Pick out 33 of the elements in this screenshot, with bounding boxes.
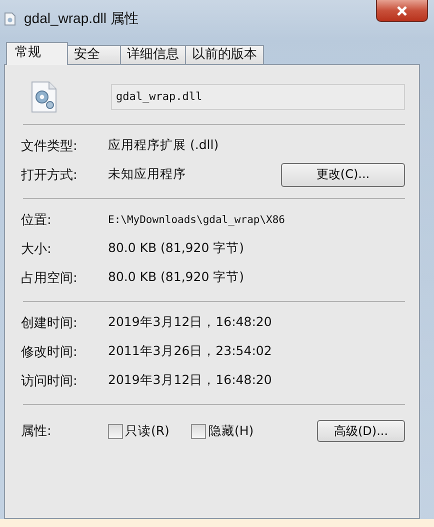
field-value: 2019年3月12日，16:48:20 xyxy=(108,314,272,331)
advanced-button[interactable]: 高级(D)... xyxy=(317,420,405,442)
gear-file-icon xyxy=(31,81,57,113)
close-icon xyxy=(395,4,409,16)
field-value: 2019年3月12日，16:48:20 xyxy=(108,372,272,389)
window-title: gdal_wrap.dll 属性 xyxy=(24,10,138,28)
field-value: 2011年3月26日，23:54:02 xyxy=(108,343,272,360)
attributes-label: 属性: xyxy=(21,423,52,440)
field-label: 位置: xyxy=(21,212,52,228)
tab[interactable]: 以前的版本 xyxy=(185,45,264,64)
checkbox[interactable] xyxy=(191,424,206,438)
field-value: 80.0 KB (81,920 字节) xyxy=(108,240,244,257)
field-label: 文件类型: xyxy=(21,138,78,154)
file-icon xyxy=(4,12,16,26)
file-name-field[interactable]: gdal_wrap.dll xyxy=(111,84,405,110)
field-label: 打开方式: xyxy=(21,166,78,184)
tab[interactable]: 详细信息 xyxy=(120,45,186,64)
checkbox[interactable] xyxy=(108,424,123,438)
tab[interactable]: 安全 xyxy=(67,45,121,64)
tab[interactable]: 常规 xyxy=(6,42,68,65)
change-button[interactable]: 更改(C)... xyxy=(281,162,405,186)
checkbox-label: 隐藏(H) xyxy=(208,422,254,440)
field-value: E:\MyDownloads\gdal_wrap\X86 xyxy=(108,214,286,226)
checkbox-label: 只读(R) xyxy=(125,422,170,440)
field-value: 应用程序扩展 (.dll) xyxy=(108,137,219,154)
field-value: 80.0 KB (81,920 字节) xyxy=(108,269,244,286)
field-label: 修改时间: xyxy=(21,344,78,360)
field-value: 未知应用程序 xyxy=(108,166,186,183)
field-label: 访问时间: xyxy=(21,372,78,390)
close-button[interactable] xyxy=(376,0,428,22)
field-label: 大小: xyxy=(21,240,52,258)
field-label: 占用空间: xyxy=(21,270,78,286)
field-label: 创建时间: xyxy=(21,314,78,332)
